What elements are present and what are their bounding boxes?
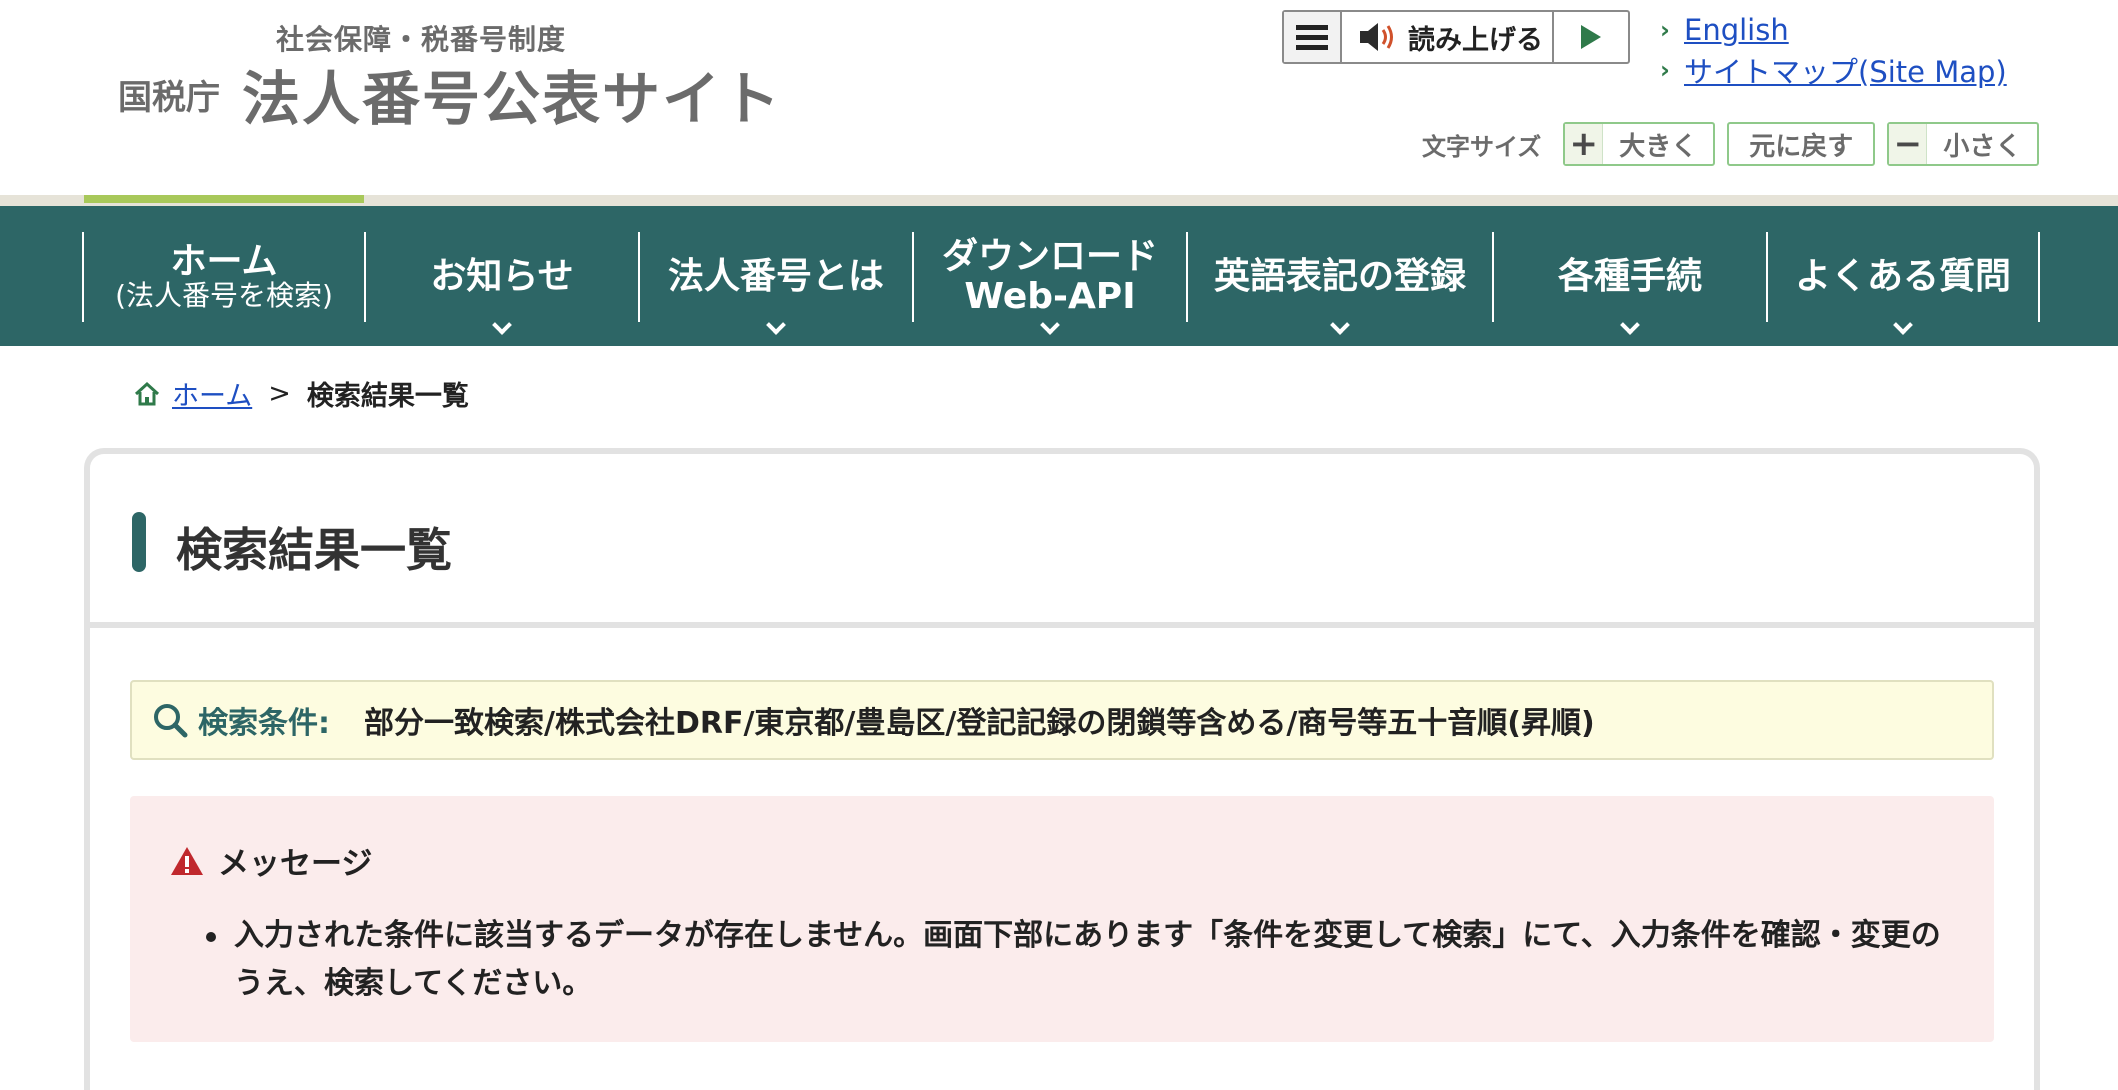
sitemap-link-row: › サイトマップ(Site Map)	[1660, 50, 2007, 90]
warning-icon	[171, 846, 203, 875]
minus-icon: −	[1889, 124, 1928, 164]
text-size-controls: 文字サイズ + 大きく 元に戻す − 小さく	[1422, 122, 2051, 166]
text-smaller-button[interactable]: − 小さく	[1887, 122, 2040, 166]
message-box: メッセージ 入力された条件に該当するデータが存在しません。画面下部にあります「条…	[130, 796, 1994, 1042]
text-larger-button[interactable]: + 大きく	[1563, 122, 1716, 166]
read-aloud-label: 読み上げる	[1408, 24, 1543, 56]
main-panel: 検索結果一覧 検索条件: 部分一致検索/株式会社DRF/東京都/豊島区/登記記録…	[84, 448, 2040, 1090]
read-aloud-button[interactable]: 読み上げる	[1342, 12, 1552, 62]
nav-item-label: ホーム	[170, 240, 278, 282]
nav-item-label: 各種手続	[1557, 256, 1702, 298]
english-link[interactable]: English	[1684, 13, 1789, 47]
english-link-row: › English	[1660, 10, 2007, 50]
home-icon	[134, 381, 160, 405]
nav-item-procedures[interactable]: 各種手続	[1492, 232, 1766, 335]
chevron-down-icon	[492, 315, 512, 335]
message-heading: メッセージ	[218, 846, 373, 882]
chevron-right-icon: ›	[1660, 16, 1670, 44]
message-header: メッセージ	[170, 838, 372, 883]
active-section-indicator	[84, 195, 364, 203]
nav-item-label: よくある質問	[1794, 256, 2011, 298]
text-smaller-label: 小さく	[1943, 131, 2022, 162]
play-button[interactable]	[1552, 12, 1628, 62]
chevron-down-icon	[766, 315, 786, 335]
chevron-down-icon	[1040, 315, 1060, 335]
message-list: 入力された条件に該当するデータが存在しません。画面下部にあります「条件を変更して…	[206, 912, 1946, 1008]
chevron-right-icon: ›	[1660, 56, 1670, 84]
nav-item-sublabel: (法人番号を検索)	[115, 279, 333, 313]
hamburger-icon	[1296, 24, 1328, 30]
chevron-down-icon	[1330, 315, 1350, 335]
nav-item-label: 法人番号とは	[667, 256, 884, 298]
text-reset-button[interactable]: 元に戻す	[1727, 122, 1876, 166]
message-item: 入力された条件に該当するデータが存在しません。画面下部にあります「条件を変更して…	[206, 912, 1946, 1008]
utility-links: › English › サイトマップ(Site Map)	[1660, 10, 2007, 90]
chevron-down-icon	[1620, 315, 1640, 335]
search-criteria-label: 検索条件:	[198, 706, 330, 741]
plus-icon: +	[1565, 124, 1604, 164]
site-header: 社会保障・税番号制度 国税庁 法人番号公表サイト 読み上げる › English…	[0, 0, 2118, 198]
panel-header: 検索結果一覧	[90, 454, 2034, 628]
logo-title[interactable]: 法人番号公表サイト	[242, 52, 782, 136]
breadcrumb-current: 検索結果一覧	[306, 381, 469, 412]
nav-item-faq[interactable]: よくある質問	[1766, 232, 2040, 335]
breadcrumb-separator: >	[268, 378, 291, 409]
speaker-icon	[1360, 23, 1393, 51]
chevron-down-icon	[1893, 315, 1913, 335]
search-criteria-value: 部分一致検索/株式会社DRF/東京都/豊島区/登記記録の閉鎖等含める/商号等五十…	[364, 706, 1595, 741]
text-reset-label: 元に戻す	[1749, 131, 1854, 162]
play-icon	[1581, 25, 1601, 49]
nav-item-label: お知らせ	[430, 256, 574, 298]
nav-item-label: 英語表記の登録	[1213, 256, 1466, 298]
page-title: 検索結果一覧	[176, 523, 452, 577]
text-larger-label: 大きく	[1619, 131, 1698, 162]
nav-item-label: ダウンロード	[941, 236, 1158, 278]
nav-item-english-registration[interactable]: 英語表記の登録	[1186, 232, 1492, 335]
nav-item-home[interactable]: ホーム (法人番号を検索)	[82, 232, 364, 322]
global-navigation: ホーム (法人番号を検索) お知らせ 法人番号とは ダウンロード Web-API…	[0, 206, 2118, 346]
nav-item-sublabel: Web-API	[964, 276, 1136, 317]
breadcrumb: ホーム > 検索結果一覧	[132, 374, 469, 413]
breadcrumb-home-link[interactable]: ホーム	[172, 374, 252, 413]
search-criteria-box: 検索条件: 部分一致検索/株式会社DRF/東京都/豊島区/登記記録の閉鎖等含める…	[130, 680, 1994, 760]
nav-item-about[interactable]: 法人番号とは	[638, 232, 912, 335]
sitemap-link[interactable]: サイトマップ(Site Map)	[1684, 49, 2007, 91]
text-size-label: 文字サイズ	[1422, 132, 1542, 161]
nav-item-download[interactable]: ダウンロード Web-API	[912, 232, 1186, 335]
search-icon	[154, 704, 188, 738]
nav-item-news[interactable]: お知らせ	[364, 232, 638, 335]
logo-agency[interactable]: 国税庁	[118, 70, 220, 119]
title-accent-bar	[132, 512, 146, 572]
reader-menu-button[interactable]	[1284, 12, 1342, 62]
read-aloud-toolbar: 読み上げる	[1282, 10, 1630, 64]
